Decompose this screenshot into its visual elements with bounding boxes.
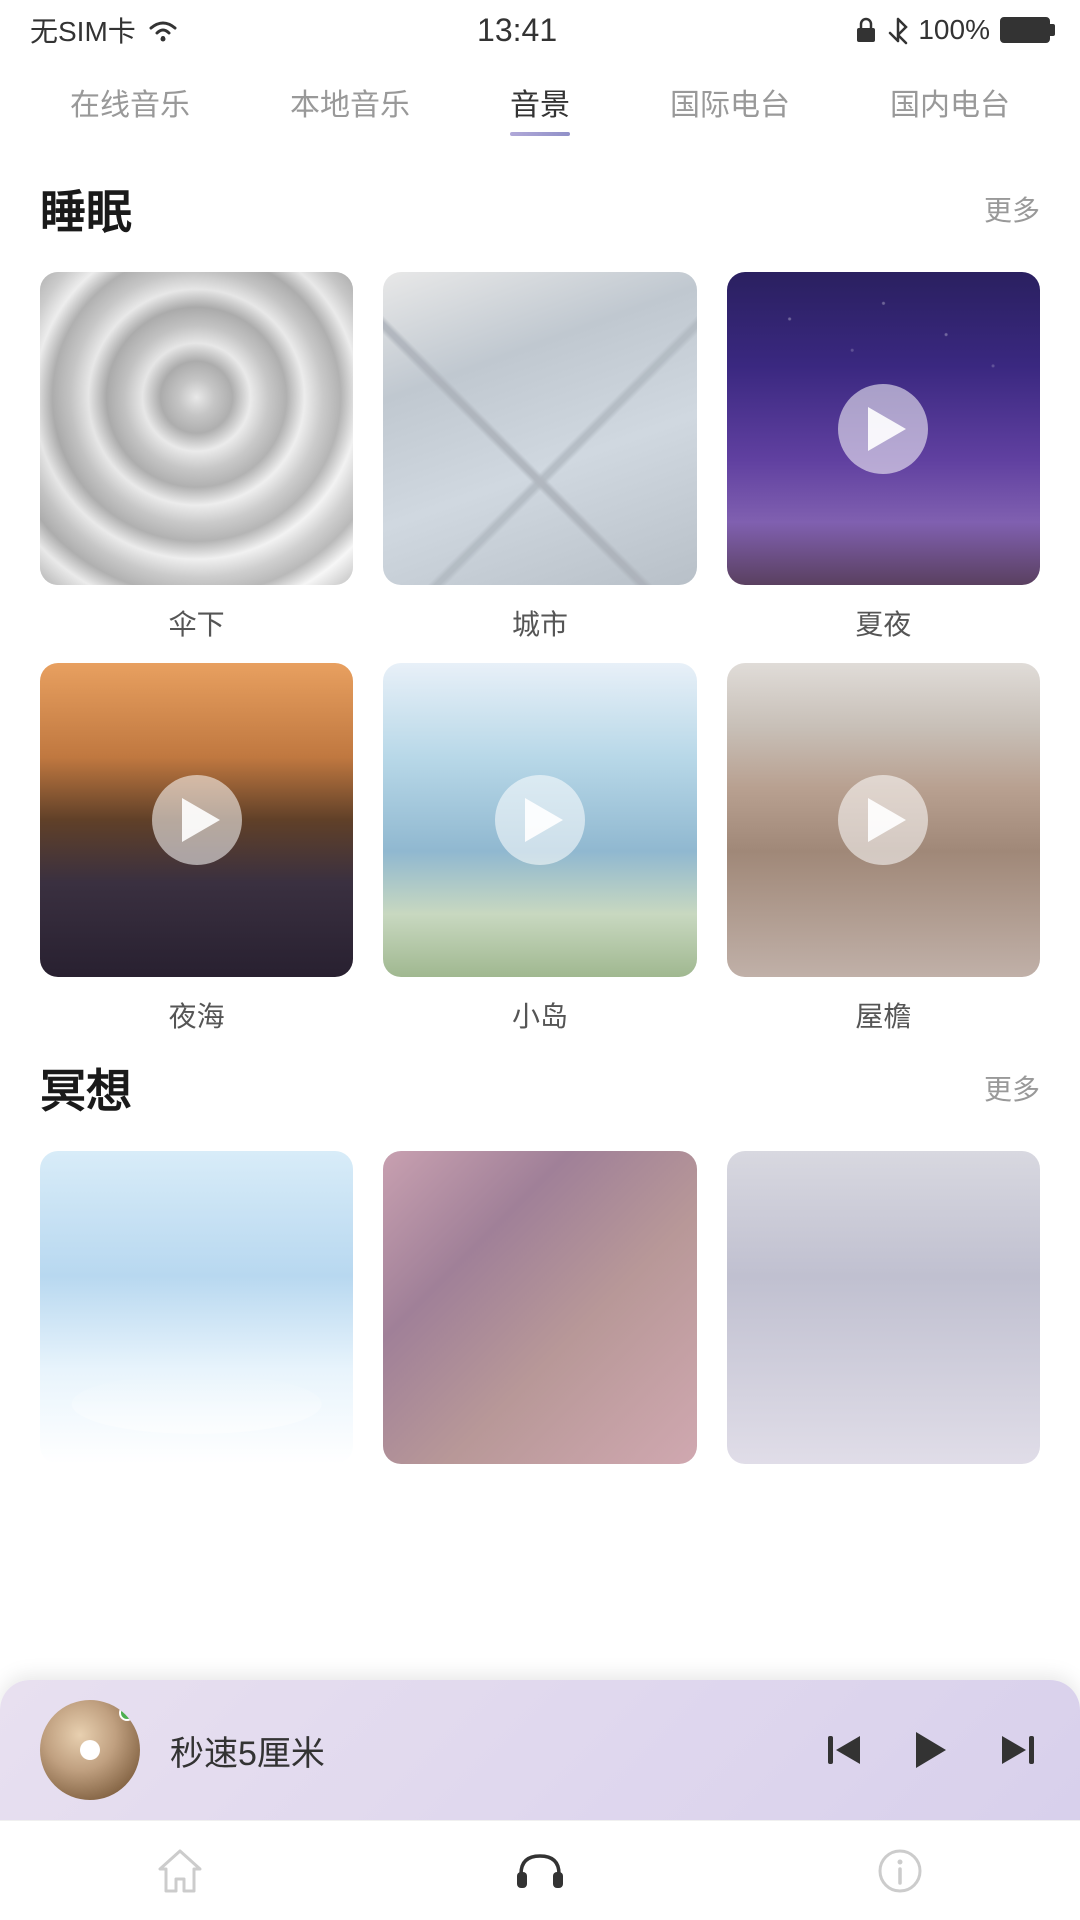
status-bar: 无SIM卡 13:41 100% [0, 0, 1080, 60]
player-controls [822, 1728, 1040, 1772]
play-triangle-icon [182, 798, 220, 842]
nav-info[interactable] [840, 1831, 960, 1911]
label-umbrella: 伞下 [169, 603, 225, 643]
tab-bar: 在线音乐 本地音乐 音景 国际电台 国内电台 [0, 60, 1080, 136]
next-button[interactable] [996, 1728, 1040, 1772]
item-abstract[interactable] [383, 1151, 696, 1482]
img-night-sea [40, 663, 353, 976]
nav-home[interactable] [120, 1831, 240, 1911]
img-eaves [727, 663, 1040, 976]
sleep-row-2: 夜海 小岛 屋檐 [40, 663, 1040, 1034]
meditation-section-header: 冥想 更多 [40, 1055, 1040, 1121]
sleep-title: 睡眠 [40, 176, 132, 242]
player-song-title[interactable]: 秒速5厘米 [170, 1726, 792, 1775]
item-city[interactable]: 城市 [383, 272, 696, 643]
status-time: 13:41 [477, 12, 557, 49]
play-triangle-icon [868, 407, 906, 451]
play-triangle-icon [525, 798, 563, 842]
meditation-more-button[interactable]: 更多 [984, 1068, 1040, 1108]
tab-online-music[interactable]: 在线音乐 [50, 80, 210, 136]
main-content: 睡眠 更多 伞下 城市 夏夜 [0, 136, 1080, 1722]
img-bird [727, 1151, 1040, 1464]
bottom-nav [0, 1820, 1080, 1920]
item-eaves[interactable]: 屋檐 [727, 663, 1040, 1034]
tab-local-radio[interactable]: 国内电台 [870, 80, 1030, 136]
prev-button[interactable] [822, 1728, 866, 1772]
info-icon [874, 1845, 926, 1897]
status-carrier: 无SIM卡 [30, 10, 180, 50]
status-icons: 100% [854, 14, 1050, 46]
play-btn-eaves[interactable] [838, 775, 928, 865]
tab-local-music[interactable]: 本地音乐 [270, 80, 430, 136]
sleep-section-header: 睡眠 更多 [40, 176, 1040, 242]
img-abstract [383, 1151, 696, 1464]
play-btn-summer-night[interactable] [838, 384, 928, 474]
battery-icon [1000, 17, 1050, 43]
label-summer-night: 夏夜 [855, 603, 911, 643]
label-city: 城市 [512, 603, 568, 643]
item-night-sea[interactable]: 夜海 [40, 663, 353, 1034]
label-island: 小岛 [512, 995, 568, 1035]
sleep-more-button[interactable]: 更多 [984, 189, 1040, 229]
tab-active-underline [510, 132, 570, 136]
item-bird[interactable] [727, 1151, 1040, 1482]
play-icon [916, 1732, 946, 1768]
item-summer-night[interactable]: 夏夜 [727, 272, 1040, 643]
carrier-text: 无SIM卡 [30, 10, 136, 50]
bottom-player: 秒速5厘米 [0, 1680, 1080, 1820]
tab-soundscape[interactable]: 音景 [490, 80, 590, 136]
home-icon [154, 1845, 206, 1897]
play-button[interactable] [916, 1732, 946, 1768]
meditation-row-1 [40, 1151, 1040, 1482]
album-art[interactable] [40, 1700, 140, 1800]
sleep-row-1: 伞下 城市 夏夜 [40, 272, 1040, 643]
item-clouds[interactable] [40, 1151, 353, 1482]
label-night-sea: 夜海 [169, 995, 225, 1035]
play-triangle-icon [868, 798, 906, 842]
nav-music[interactable] [480, 1831, 600, 1911]
meditation-title: 冥想 [40, 1055, 132, 1121]
label-eaves: 屋檐 [855, 995, 911, 1035]
item-umbrella[interactable]: 伞下 [40, 272, 353, 643]
img-clouds [40, 1151, 353, 1464]
album-playing-dot [119, 1705, 135, 1721]
img-island [383, 663, 696, 976]
headphones-icon [511, 1842, 569, 1900]
img-city [383, 272, 696, 585]
play-btn-night-sea[interactable] [152, 775, 242, 865]
tab-intl-radio[interactable]: 国际电台 [650, 80, 810, 136]
play-btn-island[interactable] [495, 775, 585, 865]
wifi-icon [146, 16, 180, 44]
battery-pct: 100% [918, 14, 990, 46]
img-umbrella [40, 272, 353, 585]
lock-icon [854, 15, 878, 45]
img-summer-night [727, 272, 1040, 585]
item-island[interactable]: 小岛 [383, 663, 696, 1034]
bluetooth-icon [888, 15, 908, 45]
